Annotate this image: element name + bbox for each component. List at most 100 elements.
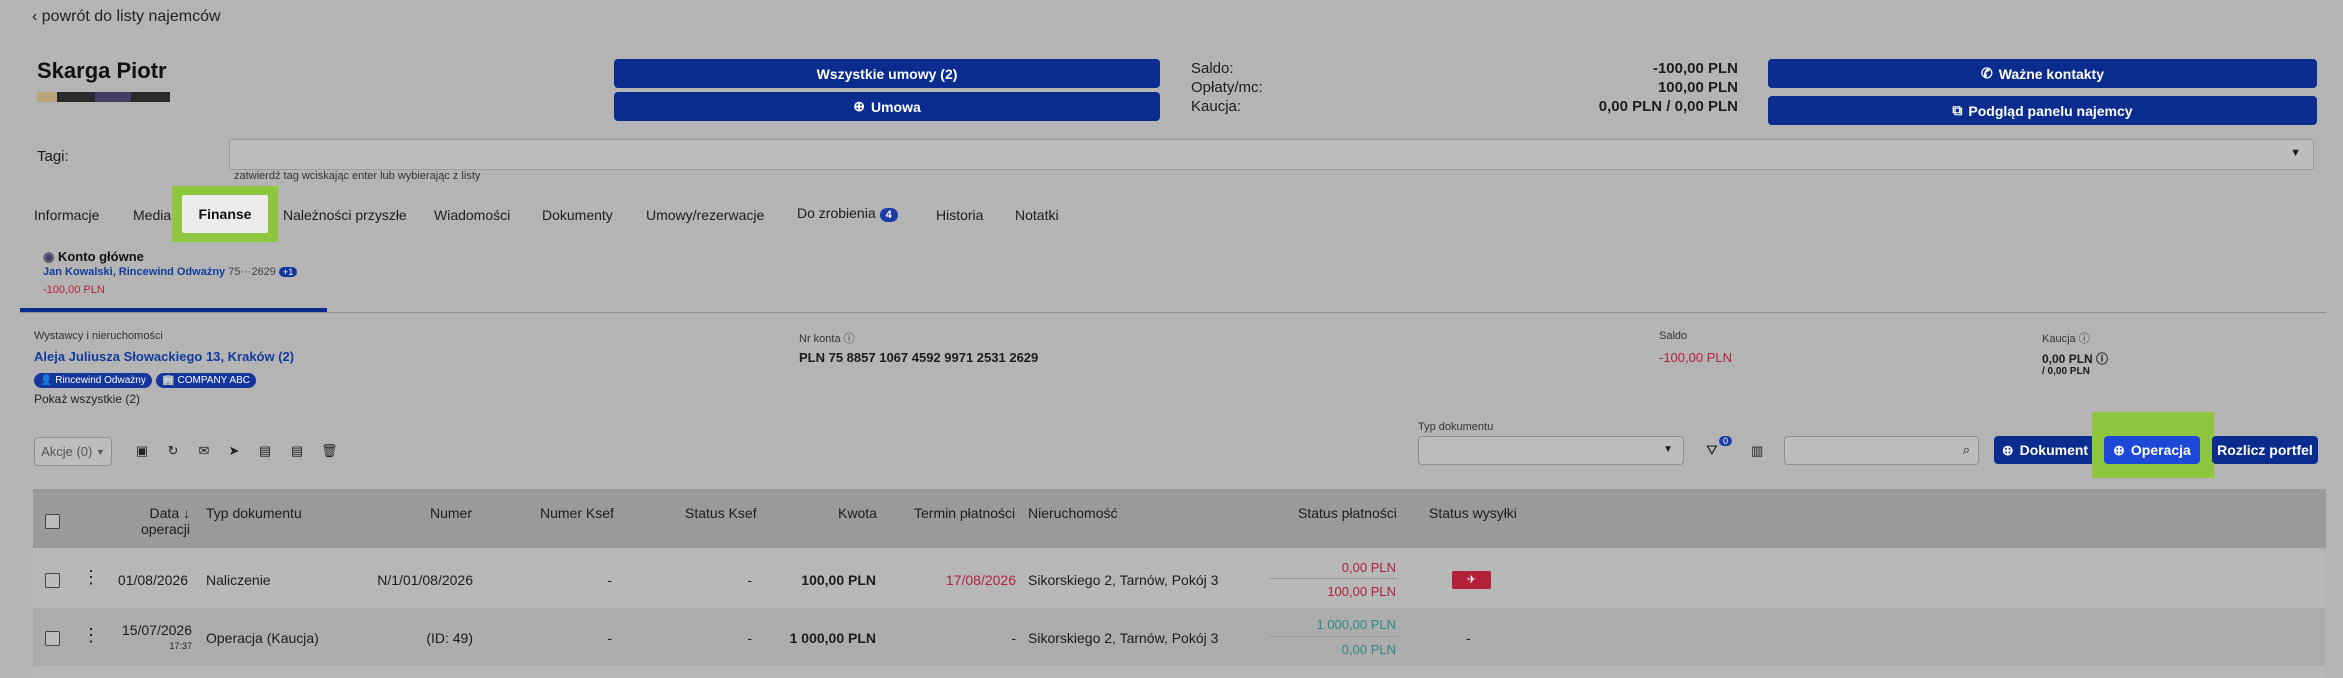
details-deposit-sub: / 0,00 PLN [2042,366,2090,377]
show-all-link[interactable]: Pokaż wszystkie (2) [34,392,140,406]
row-pay-top: 0,00 PLN [1341,560,1396,575]
doc-type-select[interactable]: ▼ [1418,436,1684,465]
search-input[interactable]: ⌕ [1784,436,1979,465]
kebab-menu-icon[interactable]: ⋮ [82,567,100,588]
tab-finanse[interactable]: Finanse [182,195,268,233]
tab-naleznosci[interactable]: Należności przyszłe [283,207,407,223]
add-operation-button[interactable]: ⊕ Operacja [2104,436,2200,464]
row-due: 17/08/2026 [945,572,1016,588]
row-date: 15/07/2026 [121,622,192,638]
phone-icon: ✆ [1980,65,1993,81]
tab-do-zrobienia[interactable]: Do zrobienia 4 [797,205,898,222]
row-time: 17:37 [169,641,192,651]
tab-historia[interactable]: Historia [936,207,983,223]
kebab-menu-icon[interactable]: ⋮ [82,625,100,646]
pay-divider [1270,636,1398,637]
details-saldo-value: -100,00 PLN [1659,350,1732,365]
info-icon: ⓘ [2078,333,2090,345]
row-checkbox[interactable] [45,573,60,588]
row-number[interactable]: N/1/01/08/2026 [300,572,473,588]
trash-icon[interactable]: 🗑 [321,443,338,458]
row-ksef-status: - [747,572,752,588]
filter-icon[interactable]: ⛛ [1706,442,1718,459]
row-doc-type: Naliczenie [206,572,271,588]
header-number[interactable]: Numer [430,505,472,521]
plus-circle-icon: ⊕ [853,98,865,114]
header-date[interactable]: Data ↓ operacji [125,505,190,537]
header-doc-type[interactable]: Typ dokumentu [206,505,302,521]
chevron-down-icon: ▼ [1663,444,1673,455]
tab-dokumenty[interactable]: Dokumenty [542,207,613,223]
deposit-value: 0,00 PLN / 0,00 PLN [1598,98,1738,115]
row-number[interactable]: (ID: 49) [300,630,473,646]
tab-notatki[interactable]: Notatki [1015,207,1059,223]
send-icon[interactable]: ➤ [227,443,241,458]
columns-icon[interactable]: ▥ [1751,443,1763,459]
account-balance: -100,00 PLN [43,284,105,296]
header-ksef-status[interactable]: Status Ksef [685,505,757,521]
table-row [33,666,2326,678]
tab-umowy[interactable]: Umowy/rezerwacje [646,207,764,223]
row-pay-bottom: 0,00 PLN [1341,642,1396,657]
plus-circle-icon: ⊕ [2113,441,2125,458]
row-due: - [1011,630,1016,646]
account-number: PLN 75 8857 1067 4592 9971 2531 2629 [799,350,1039,365]
camera-icon[interactable]: ▣ [135,443,149,458]
account-owners: Jan Kowalski, Rincewind Odważny 75···262… [43,266,298,278]
file-icon[interactable]: ▤ [258,443,272,458]
building-icon: 🏢 [162,375,175,386]
tab-wiadomosci[interactable]: Wiadomości [434,207,510,223]
row-ksef-status: - [747,630,752,646]
tenant-panel-button[interactable]: ⧉ Podgląd panelu najemcy [1768,96,2317,125]
plane-slash-icon: ✈ [1466,574,1477,586]
info-icon: ⓘ [843,333,855,345]
tenant-name: Skarga Piotr [37,58,167,83]
header-property[interactable]: Nieruchomość [1028,505,1117,521]
chip-company[interactable]: 🏢 COMPANY ABC [156,373,256,388]
property-link[interactable]: Aleja Juliusza Słowackiego 13, Kraków (2… [34,349,294,364]
saldo-value: -100,00 PLN [1652,60,1738,77]
saldo-label: Saldo: [1191,60,1234,77]
header-ksef-number[interactable]: Numer Ksef [540,505,614,521]
row-ksef-number: - [607,630,612,646]
row-property[interactable]: Sikorskiego 2, Tarnów, Pokój 3 [1028,572,1218,588]
tags-input[interactable]: ▼ [229,139,2314,170]
row-checkbox[interactable] [45,631,60,646]
all-contracts-button[interactable]: Wszystkie umowy (2) [614,59,1160,88]
header-due[interactable]: Termin płatności [914,505,1015,521]
send-failed-badge: ✈ [1452,571,1491,589]
table-header [33,489,2326,548]
chip-person[interactable]: 👤 Rincewind Odważny [34,373,152,388]
info-icon: ⓘ [2096,352,2109,366]
actions-dropdown[interactable]: Akcje (0) ▼ [34,437,112,466]
tags-hint: zatwierdź tag wciskając enter lub wybier… [234,170,481,182]
fees-label: Opłaty/mc: [1191,79,1263,96]
header-pay-status[interactable]: Status płatności [1298,505,1397,521]
account-number-label: Nr konta ⓘ [799,333,855,345]
header-amount[interactable]: Kwota [838,505,877,521]
add-document-button[interactable]: ⊕ Dokument [1994,436,2096,464]
select-all-checkbox[interactable] [45,514,60,529]
tab-media[interactable]: Media [133,207,171,223]
tab-informacje[interactable]: Informacje [34,207,99,223]
row-property[interactable]: Sikorskiego 2, Tarnów, Pokój 3 [1028,630,1218,646]
details-deposit-value: 0,00 PLN ⓘ [2042,352,2109,366]
chevron-down-icon: ▼ [96,446,105,457]
row-ksef-number: - [607,572,612,588]
file-alt-icon[interactable]: ▤ [290,443,304,458]
important-contacts-button[interactable]: ✆ Ważne kontakty [1768,59,2317,88]
new-contract-button[interactable]: ⊕ Umowa [614,92,1160,121]
details-saldo-label: Saldo [1659,330,1688,342]
account-card-title[interactable]: ◉ Konto główne [43,249,144,265]
row-amount: 100,00 PLN [801,572,876,588]
header-send-status[interactable]: Status wysyłki [1429,505,1517,521]
external-link-icon: ⧉ [1952,102,1963,118]
refresh-icon[interactable]: ↻ [166,443,180,458]
back-link[interactable]: ‹ powrót do listy najemców [32,8,221,26]
pay-divider [1270,578,1398,579]
details-deposit-label: Kaucja ⓘ [2042,333,2090,345]
envelope-icon[interactable]: ✉ [197,443,211,458]
settle-wallet-button[interactable]: Rozlicz portfel [2212,436,2318,464]
row-pay-bottom: 100,00 PLN [1327,584,1396,599]
todo-count-badge: 4 [879,208,898,222]
